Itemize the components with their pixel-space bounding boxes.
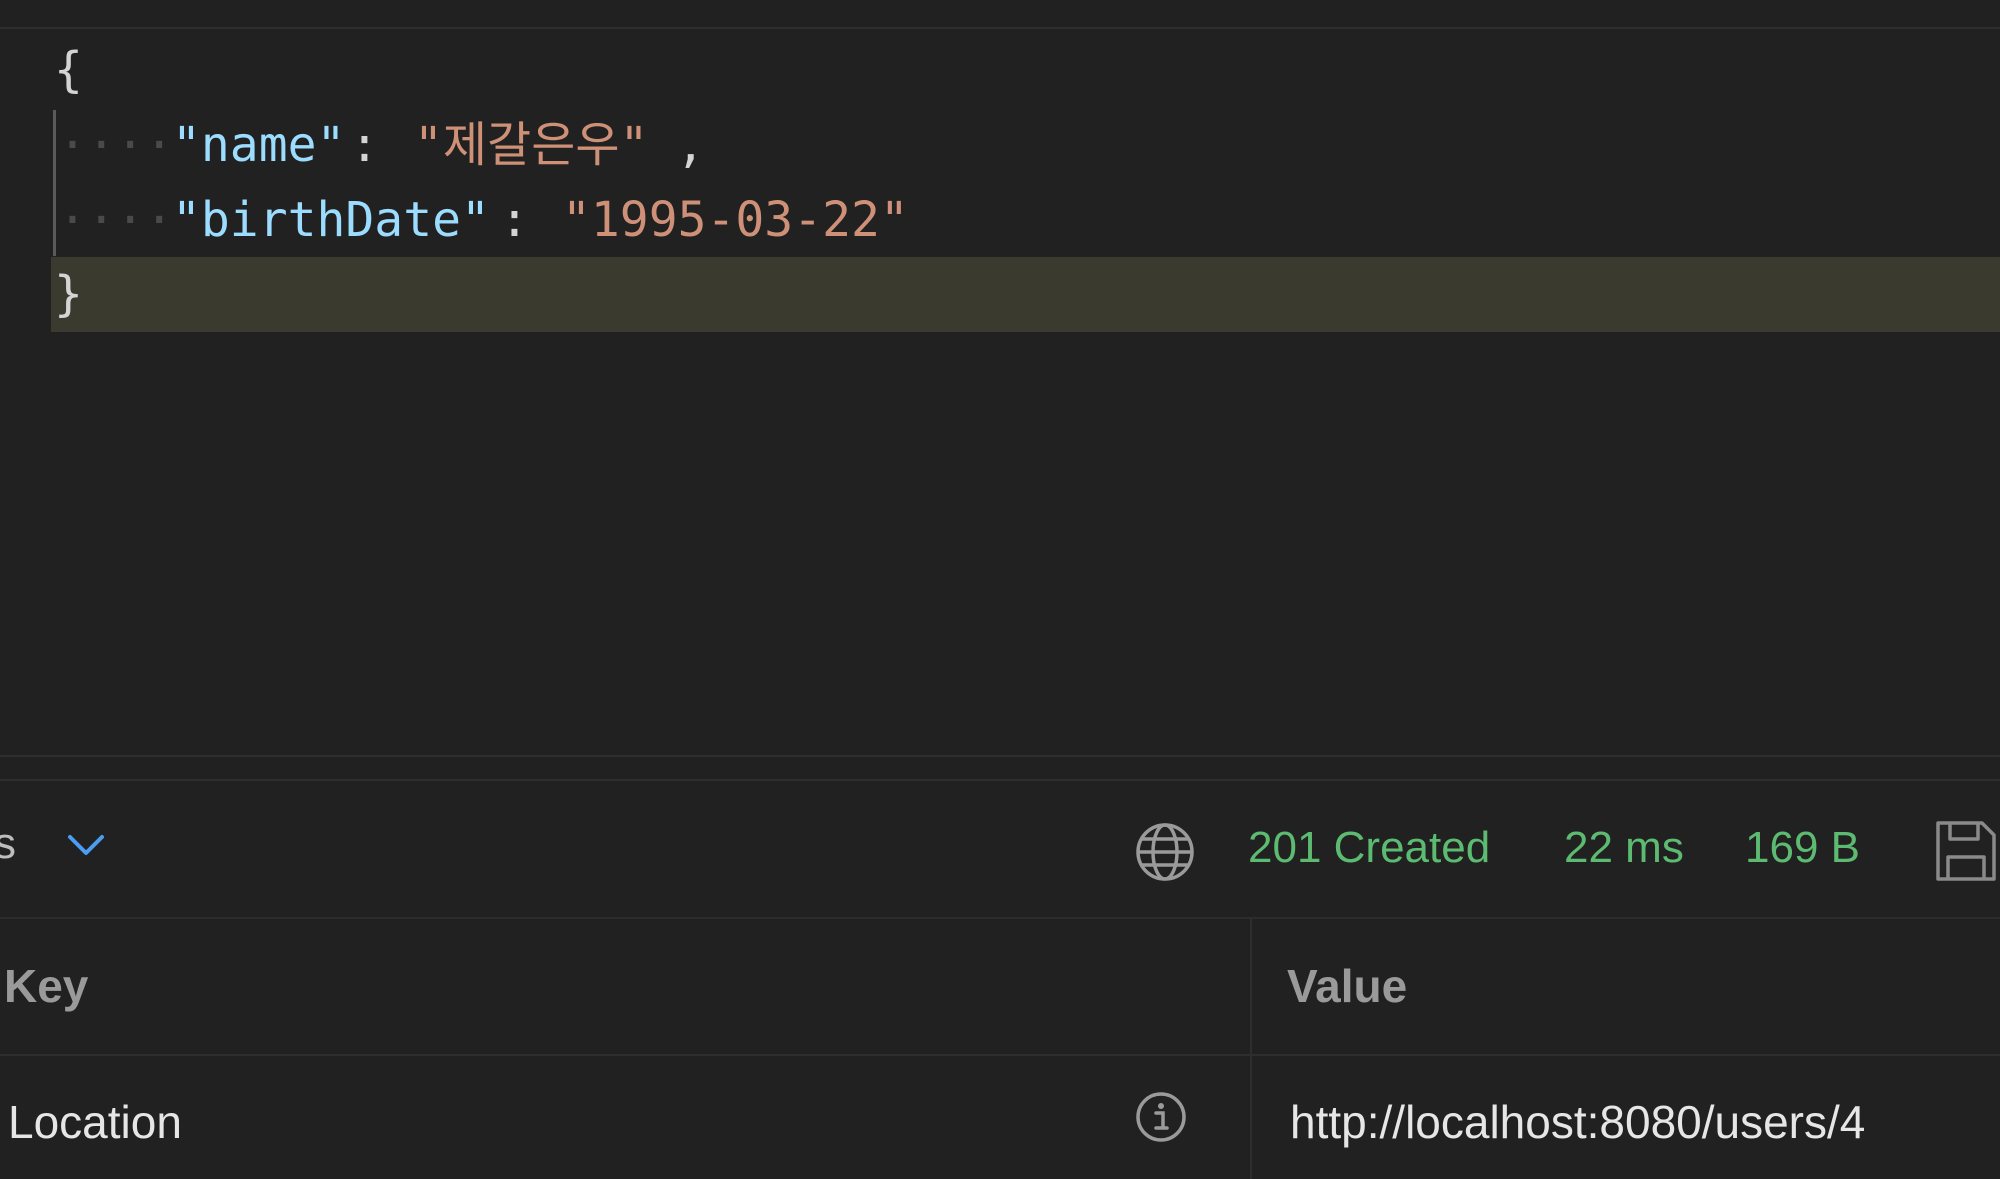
request-body-editor[interactable]: { ···· "name" : "제갈은우" , ···· "birthDate… bbox=[0, 0, 2000, 755]
row-divider bbox=[0, 1054, 2000, 1056]
status-code: 201 Created bbox=[1248, 823, 1491, 872]
whitespace-marker: ···· bbox=[58, 117, 174, 173]
response-headers-table: Key Value Location http://localhost:8080… bbox=[0, 919, 2000, 1179]
column-divider[interactable] bbox=[1250, 919, 1252, 1179]
json-key-name: "name" bbox=[172, 117, 346, 173]
code-line-2[interactable]: ···· "name" : "제갈은우" , bbox=[0, 108, 705, 182]
info-icon[interactable] bbox=[1134, 1090, 1188, 1144]
json-value-birthdate: "1995-03-22" bbox=[562, 192, 909, 248]
column-header-key: Key bbox=[4, 960, 89, 1012]
json-colon: : bbox=[500, 192, 529, 248]
json-comma: , bbox=[676, 117, 705, 173]
code-line-4[interactable]: } bbox=[0, 257, 116, 331]
header-key-cell: Location bbox=[8, 1096, 182, 1148]
save-icon[interactable] bbox=[1932, 817, 2000, 885]
close-brace: } bbox=[54, 266, 83, 322]
panel-divider bbox=[0, 755, 2000, 757]
json-value-name: "제갈은우" bbox=[414, 117, 649, 173]
globe-icon[interactable] bbox=[1134, 821, 1196, 883]
column-header-value: Value bbox=[1287, 960, 1408, 1012]
response-time: 22 ms bbox=[1564, 823, 1684, 872]
editor-top-border bbox=[0, 27, 2000, 29]
current-line-highlight bbox=[51, 257, 2000, 332]
response-tab-label[interactable]: s bbox=[0, 819, 16, 869]
response-toolbar: s 201 Created 22 ms 169 B bbox=[0, 781, 2000, 919]
code-line-3[interactable]: ···· "birthDate" : "1995-03-22" bbox=[0, 183, 909, 257]
whitespace-marker: ···· bbox=[58, 192, 174, 248]
json-key-birthdate: "birthDate" bbox=[172, 192, 490, 248]
response-size: 169 B bbox=[1745, 823, 1860, 872]
code-line-1[interactable]: { bbox=[0, 33, 116, 107]
open-brace: { bbox=[54, 42, 83, 98]
chevron-down-icon[interactable] bbox=[64, 827, 108, 863]
header-value-cell[interactable]: http://localhost:8080/users/4 bbox=[1290, 1095, 1865, 1149]
json-colon: : bbox=[350, 117, 379, 173]
